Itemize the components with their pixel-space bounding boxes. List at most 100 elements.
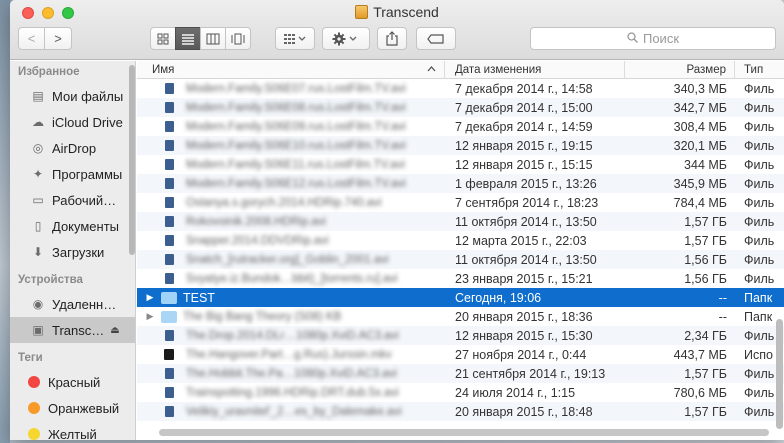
search-icon xyxy=(627,31,638,46)
arrange-button[interactable] xyxy=(275,27,315,50)
sidebar-scrollbar[interactable] xyxy=(129,65,135,255)
arrange-grid-icon xyxy=(284,33,306,44)
file-icon xyxy=(165,387,174,398)
window-title: Transcend xyxy=(10,4,784,20)
size-cell: 1,57 ГБ xyxy=(684,366,727,381)
sidebar-item-favorite[interactable]: ☁ iCloud Drive xyxy=(10,109,135,135)
file-row[interactable]: The.Drop.2014.DLr…1080p.XviD.AC3.avi 12 я… xyxy=(137,326,784,345)
column-view-button[interactable] xyxy=(200,27,226,50)
sidebar-item-label: Программы xyxy=(52,166,123,182)
forward-button[interactable]: > xyxy=(44,27,72,50)
list-view-button[interactable] xyxy=(175,27,201,50)
disclosure-triangle-icon[interactable]: ▶ xyxy=(143,311,157,322)
column-header-size[interactable]: Размер xyxy=(625,61,735,79)
file-icon xyxy=(165,140,174,151)
file-name: The.Hangover.Part…g.Rus).Jurssin.mkv xyxy=(186,348,392,361)
icon-view-button[interactable] xyxy=(150,27,176,50)
file-icon xyxy=(165,254,174,265)
file-row[interactable]: Trainspotting.1996.HDRip.DRT.dub.5x.avi 2… xyxy=(137,383,784,402)
file-icon xyxy=(165,235,174,246)
date-cell: 12 января 2015 г., 15:30 xyxy=(455,328,593,343)
name-cell: Modern.Family.S06E10.rus.LostFilm.TV.avi xyxy=(137,136,445,155)
name-cell: Modern.Family.S06E12.rus.LostFilm.TV.avi xyxy=(137,174,445,193)
file-row[interactable]: Snapper.2014.DDVDRip.avi 12 марта 2015 г.… xyxy=(137,231,784,250)
sidebar-item-device[interactable]: ◉ Удаленн… xyxy=(10,291,135,317)
file-row[interactable]: The.Hangover.Part…g.Rus).Jurssin.mkv 27 н… xyxy=(137,345,784,364)
edit-tags-button[interactable] xyxy=(416,27,456,50)
file-icon xyxy=(165,368,174,379)
eject-icon[interactable]: ⏏ xyxy=(110,325,119,336)
file-row[interactable]: The.Hobbit.The.Pa…1080p.XviD.AC3.avi 21 с… xyxy=(137,364,784,383)
sidebar-item-favorite[interactable]: ▭ Рабочий… xyxy=(10,187,135,213)
file-icon xyxy=(165,102,174,113)
file-name: Modern.Family.S06E10.rus.LostFilm.TV.avi xyxy=(186,139,406,152)
sidebar-item-label: Рабочий… xyxy=(52,192,117,208)
list-horizontal-scrollbar[interactable] xyxy=(159,429,769,436)
sidebar-item-tag[interactable]: Желтый xyxy=(10,421,135,440)
file-icon xyxy=(165,406,174,417)
date-cell: 11 октября 2014 г., 13:50 xyxy=(455,252,597,267)
column-header-date[interactable]: Дата изменения xyxy=(445,61,625,79)
share-button[interactable] xyxy=(377,27,407,50)
sidebar-item-tag[interactable]: Красный xyxy=(10,369,135,395)
sidebar-item-favorite[interactable]: ✦ Программы xyxy=(10,161,135,187)
sidebar-item-favorite[interactable]: ⬇ Загрузки xyxy=(10,239,135,265)
file-row[interactable]: Svyatye.iz.Bundok…bbit)_[torrents.ru].av… xyxy=(137,269,784,288)
date-cell: 24 июля 2014 г., 1:15 xyxy=(455,385,576,400)
name-cell: Snatch_[rutracker.org]_Goblin_2001.avi xyxy=(137,250,445,269)
kind-cell: Филь xyxy=(744,233,775,248)
sidebar-item-favorite[interactable]: ▯ Документы xyxy=(10,213,135,239)
file-row[interactable]: Modern.Family.S06E12.rus.LostFilm.TV.avi… xyxy=(137,174,784,193)
cover-flow-view-button[interactable] xyxy=(225,27,251,50)
icon-grid-icon xyxy=(157,33,169,44)
action-button[interactable] xyxy=(322,27,370,50)
file-name: The.Hobbit.The.Pa…1080p.XviD.AC3.avi xyxy=(186,367,397,380)
file-row[interactable]: Modern.Family.S06E10.rus.LostFilm.TV.avi… xyxy=(137,136,784,155)
sidebar-item-label: Загрузки xyxy=(52,244,105,260)
name-cell: The.Hangover.Part…g.Rus).Jurssin.mkv xyxy=(137,345,445,364)
file-name: Ostanya.s.gorych.2014.HDRip.740.avi xyxy=(186,196,382,209)
file-row[interactable]: Ostanya.s.gorych.2014.HDRip.740.avi 7 сен… xyxy=(137,193,784,212)
sidebar-item-label: Мои файлы xyxy=(52,88,124,104)
file-row[interactable]: Modern.Family.S06E08.rus.LostFilm.TV.avi… xyxy=(137,98,784,117)
date-cell: 12 января 2015 г., 19:15 xyxy=(455,138,593,153)
list-vertical-scrollbar[interactable] xyxy=(776,319,783,429)
back-button[interactable]: < xyxy=(18,27,45,50)
name-cell: The.Hobbit.The.Pa…1080p.XviD.AC3.avi xyxy=(137,364,445,383)
kind-cell: Филь xyxy=(744,138,775,153)
file-row[interactable]: Modern.Family.S06E09.rus.LostFilm.TV.avi… xyxy=(137,117,784,136)
sidebar: Избранное ▤ Мои файлы ☁ iCloud Drive ◎ AirDro… xyxy=(10,61,136,440)
file-row[interactable]: Modern.Family.S06E11.rus.LostFilm.TV.avi… xyxy=(137,155,784,174)
date-cell: 11 октября 2014 г., 13:50 xyxy=(455,214,597,229)
disclosure-triangle-icon[interactable]: ▶ xyxy=(143,292,157,303)
size-cell: 308,4 МБ xyxy=(673,119,727,134)
file-icon xyxy=(165,178,174,189)
sidebar-item-favorite[interactable]: ▤ Мои файлы xyxy=(10,83,135,109)
date-cell: 7 сентября 2014 г., 18:23 xyxy=(455,195,599,210)
size-cell: 784,4 МБ xyxy=(673,195,727,210)
sidebar-item-label: Документы xyxy=(52,218,120,234)
date-cell: 20 января 2015 г., 18:48 xyxy=(455,404,593,419)
file-row[interactable]: Velikiy_uravnitel'_2…es_by_Dalemake.avi 2… xyxy=(137,402,784,421)
folder-row[interactable]: ▶ The Big Bang Theory (S08) KB 20 января 2… xyxy=(137,307,784,326)
column-header-name[interactable]: Имя xyxy=(137,61,445,79)
sidebar-item-tag[interactable]: Оранжевый xyxy=(10,395,135,421)
file-row[interactable]: Rokovoinik.2008.HDRip.avi 11 октября 2014… xyxy=(137,212,784,231)
sidebar-item-label: AirDrop xyxy=(52,140,97,156)
external-drive-icon: ▣ xyxy=(32,323,44,337)
file-row[interactable]: Modern.Family.S06E07.rus.LostFilm.TV.avi… xyxy=(137,79,784,98)
search-placeholder: Поиск xyxy=(642,31,680,46)
file-name: Svyatye.iz.Bundok…bbit)_[torrents.ru].av… xyxy=(186,272,398,285)
column-header-kind[interactable]: Тип xyxy=(735,61,784,79)
search-field[interactable]: Поиск xyxy=(530,27,776,50)
file-row[interactable]: Snatch_[rutracker.org]_Goblin_2001.avi 11… xyxy=(137,250,784,269)
file-icon xyxy=(165,83,174,94)
sidebar-item-favorite[interactable]: ◎ AirDrop xyxy=(10,135,135,161)
size-cell: 340,3 МБ xyxy=(673,81,727,96)
desktop-icon: ▭ xyxy=(32,193,44,207)
folder-row[interactable]: ▶ TEST Сегодня, 19:06 -- Папк xyxy=(137,288,784,307)
size-cell: 780,6 МБ xyxy=(673,385,727,400)
window-title-text: Transcend xyxy=(373,4,439,20)
sidebar-item-device[interactable]: ▣ Transc… ⏏ xyxy=(10,317,135,343)
list-lines-icon xyxy=(182,33,194,45)
